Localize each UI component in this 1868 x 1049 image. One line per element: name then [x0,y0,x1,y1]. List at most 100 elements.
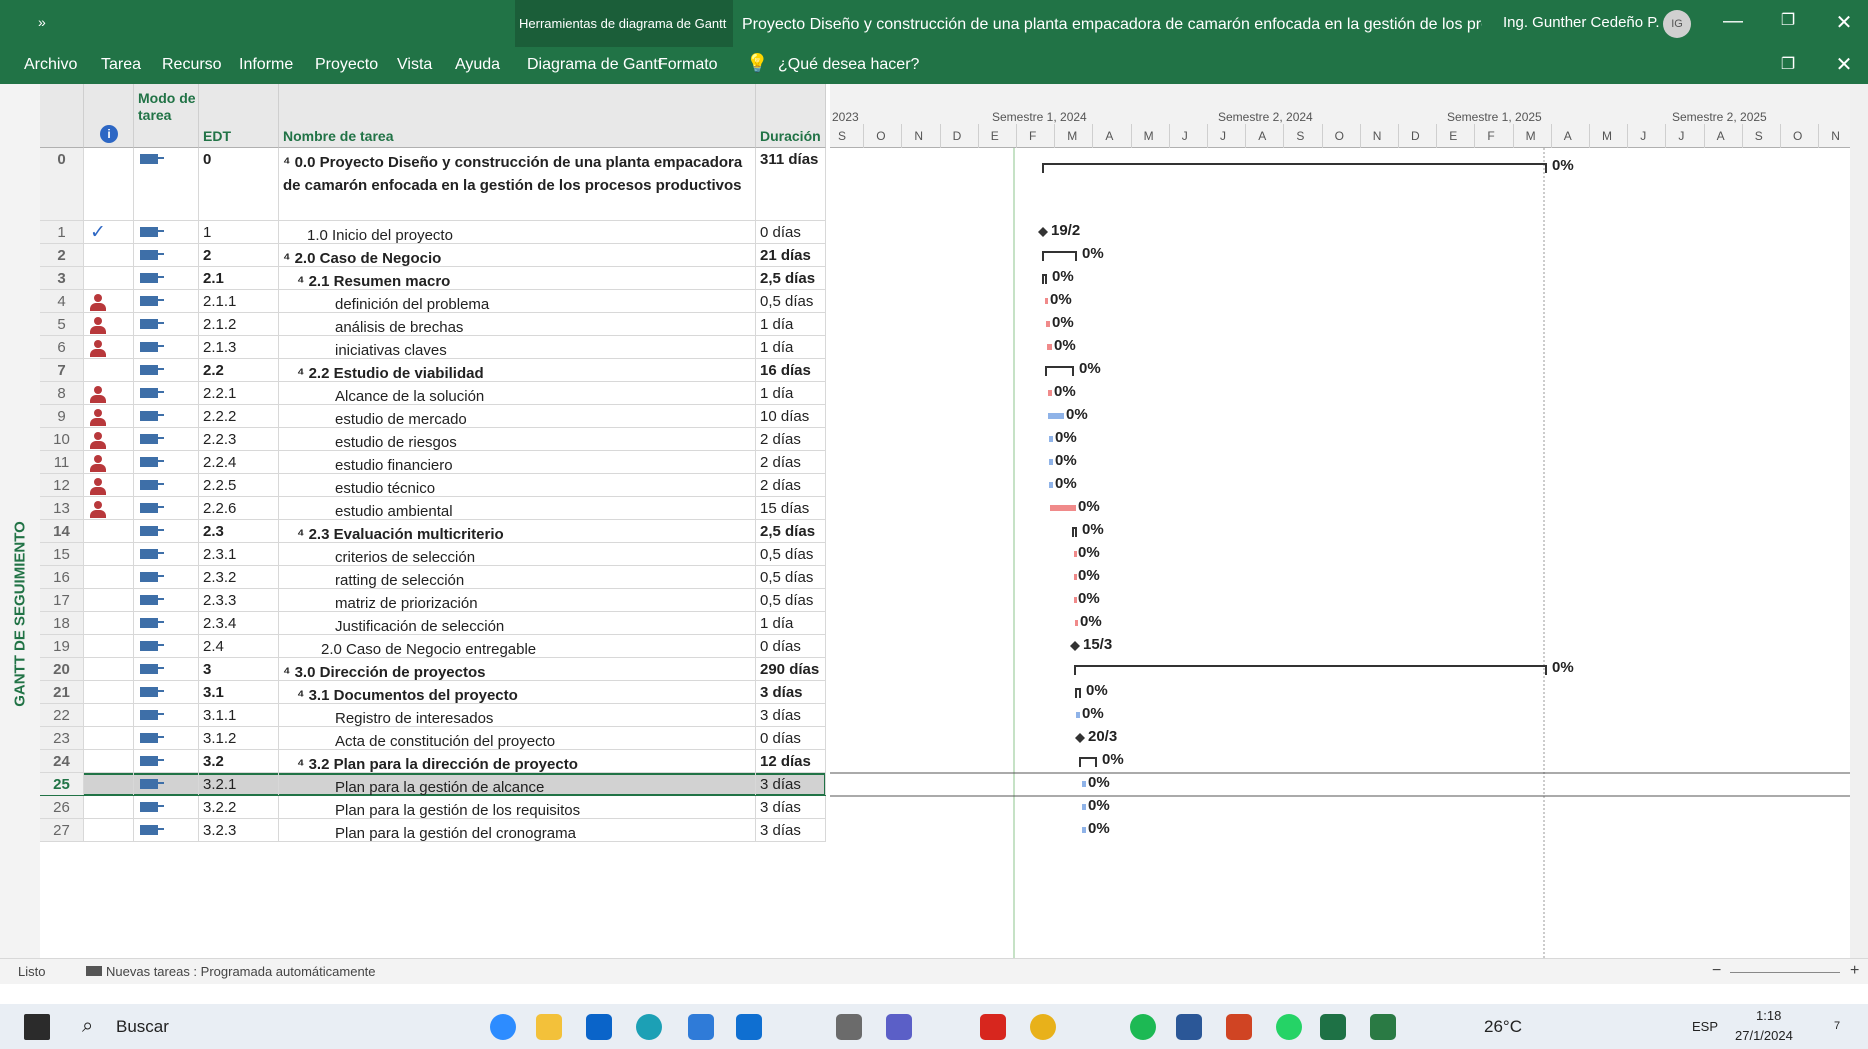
task-wbs[interactable]: 2.3.2 [199,566,279,588]
task-name[interactable]: ⁴ 3.1 Documentos del proyecto [279,681,756,703]
task-mode[interactable] [134,727,199,749]
summary-bar[interactable] [1079,757,1097,767]
task-row[interactable]: 13 2.2.6 estudio ambiental 15 días [40,497,826,520]
task-wbs[interactable]: 2.3.1 [199,543,279,565]
task-wbs[interactable]: 2.2.1 [199,382,279,404]
tell-me-box[interactable]: ¿Qué desea hacer? [778,56,919,74]
task-duration[interactable]: 1 día [756,336,826,358]
task-id[interactable]: 15 [40,543,84,565]
task-bar[interactable] [1074,574,1077,580]
task-mode[interactable] [134,428,199,450]
task-mode[interactable] [134,635,199,657]
task-mode[interactable] [134,405,199,427]
tab-archivo[interactable]: Archivo [24,56,77,74]
header-duration[interactable]: Duración [756,84,826,148]
task-row[interactable]: 19 2.4 2.0 Caso de Negocio entregable 0 día… [40,635,826,658]
task-row[interactable]: 14 2.3 ⁴ 2.3 Evaluación multicriterio 2,5 d… [40,520,826,543]
task-row[interactable]: 12 2.2.5 estudio técnico 2 días [40,474,826,497]
task-mode[interactable] [134,658,199,680]
whatsapp-icon[interactable] [1276,1014,1302,1040]
task-duration[interactable]: 21 días [756,244,826,266]
milestone-marker[interactable] [1070,641,1080,651]
zoom-app-icon[interactable] [490,1014,516,1040]
task-row[interactable]: 24 3.2 ⁴ 3.2 Plan para la dirección de pro… [40,750,826,773]
task-bar[interactable] [1049,482,1053,488]
word-icon[interactable] [1176,1014,1202,1040]
task-wbs[interactable]: 3.1.2 [199,727,279,749]
tab-ayuda[interactable]: Ayuda [455,56,500,74]
zoom-in-button[interactable]: + [1850,962,1859,980]
task-wbs[interactable]: 2.2.6 [199,497,279,519]
task-mode[interactable] [134,704,199,726]
summary-bar[interactable] [1042,163,1547,173]
header-wbs[interactable]: EDT [199,84,279,148]
task-wbs[interactable]: 1 [199,221,279,243]
task-row[interactable]: 21 3.1 ⁴ 3.1 Documentos del proyecto 3 días [40,681,826,704]
task-id[interactable]: 18 [40,612,84,634]
task-wbs[interactable]: 2.1 [199,267,279,289]
task-id[interactable]: 1 [40,221,84,243]
task-bar[interactable] [1048,390,1052,396]
acrobat-icon[interactable] [980,1014,1006,1040]
summary-bar[interactable] [1042,251,1077,261]
task-id[interactable]: 21 [40,681,84,703]
notification-count[interactable]: 7 [1834,1020,1840,1032]
task-name[interactable]: estudio ambiental [279,497,756,519]
search-box[interactable]: Buscar [116,1017,169,1037]
summary-bar[interactable] [1045,366,1074,376]
task-row[interactable]: 5 2.1.2 análisis de brechas 1 día [40,313,826,336]
task-duration[interactable]: 16 días [756,359,826,381]
task-id[interactable]: 9 [40,405,84,427]
task-row[interactable]: 00⁴ 0.0 Proyecto Diseño y construcción d… [40,148,826,221]
task-mode[interactable] [134,819,199,841]
task-id[interactable]: 8 [40,382,84,404]
task-mode[interactable] [134,612,199,634]
task-mode[interactable] [134,497,199,519]
weather-temp[interactable]: 26°C [1484,1017,1522,1037]
outlook-icon[interactable] [736,1014,762,1040]
header-indicators[interactable]: i [84,84,134,148]
task-wbs[interactable]: 2.1.3 [199,336,279,358]
task-mode[interactable] [134,566,199,588]
tab-tarea[interactable]: Tarea [101,56,141,74]
task-id[interactable]: 16 [40,566,84,588]
task-mode[interactable] [134,543,199,565]
task-mode[interactable] [134,796,199,818]
task-duration[interactable]: 2,5 días [756,520,826,542]
task-duration[interactable]: 0 días [756,221,826,243]
task-bar[interactable] [1082,804,1086,810]
task-duration[interactable]: 0,5 días [756,566,826,588]
task-wbs[interactable]: 3.1 [199,681,279,703]
close-document-button[interactable]: ✕ [1824,52,1864,77]
zoom-slider[interactable] [1730,972,1840,973]
task-name[interactable]: ratting de selección [279,566,756,588]
task-duration[interactable]: 12 días [756,750,826,772]
task-name[interactable]: Alcance de la solución [279,382,756,404]
task-name[interactable]: matriz de priorización [279,589,756,611]
task-row[interactable]: 23 3.1.2 Acta de constitución del proyecto… [40,727,826,750]
task-row[interactable]: 10 2.2.3 estudio de riesgos 2 días [40,428,826,451]
task-name[interactable]: definición del problema [279,290,756,312]
task-name[interactable]: ⁴ 2.1 Resumen macro [279,267,756,289]
calculator-icon[interactable] [836,1014,862,1040]
task-row[interactable]: 3 2.1 ⁴ 2.1 Resumen macro 2,5 días [40,267,826,290]
summary-bar[interactable] [1072,527,1077,537]
task-bar[interactable] [1046,321,1050,327]
task-bar[interactable] [1048,413,1064,419]
task-duration[interactable]: 0 días [756,727,826,749]
task-bar[interactable] [1049,459,1053,465]
language-indicator[interactable]: ESP [1692,1019,1718,1034]
task-row[interactable]: 9 2.2.2 estudio de mercado 10 días [40,405,826,428]
task-id[interactable]: 25 [40,773,84,795]
task-name[interactable]: estudio de mercado [279,405,756,427]
status-new-tasks[interactable]: Nuevas tareas : Programada automáticamen… [106,964,376,979]
windows-start-icon[interactable] [24,1014,50,1040]
task-id[interactable]: 10 [40,428,84,450]
task-wbs[interactable]: 2.1.1 [199,290,279,312]
task-row[interactable]: 1 ✓ 1 1.0 Inicio del proyecto 0 días [40,221,826,244]
task-name[interactable]: estudio de riesgos [279,428,756,450]
task-duration[interactable]: 290 días [756,658,826,680]
task-id[interactable]: 0 [40,148,84,220]
milestone-marker[interactable] [1075,733,1085,743]
task-row[interactable]: 27 3.2.3 Plan para la gestión del cronogra… [40,819,826,842]
